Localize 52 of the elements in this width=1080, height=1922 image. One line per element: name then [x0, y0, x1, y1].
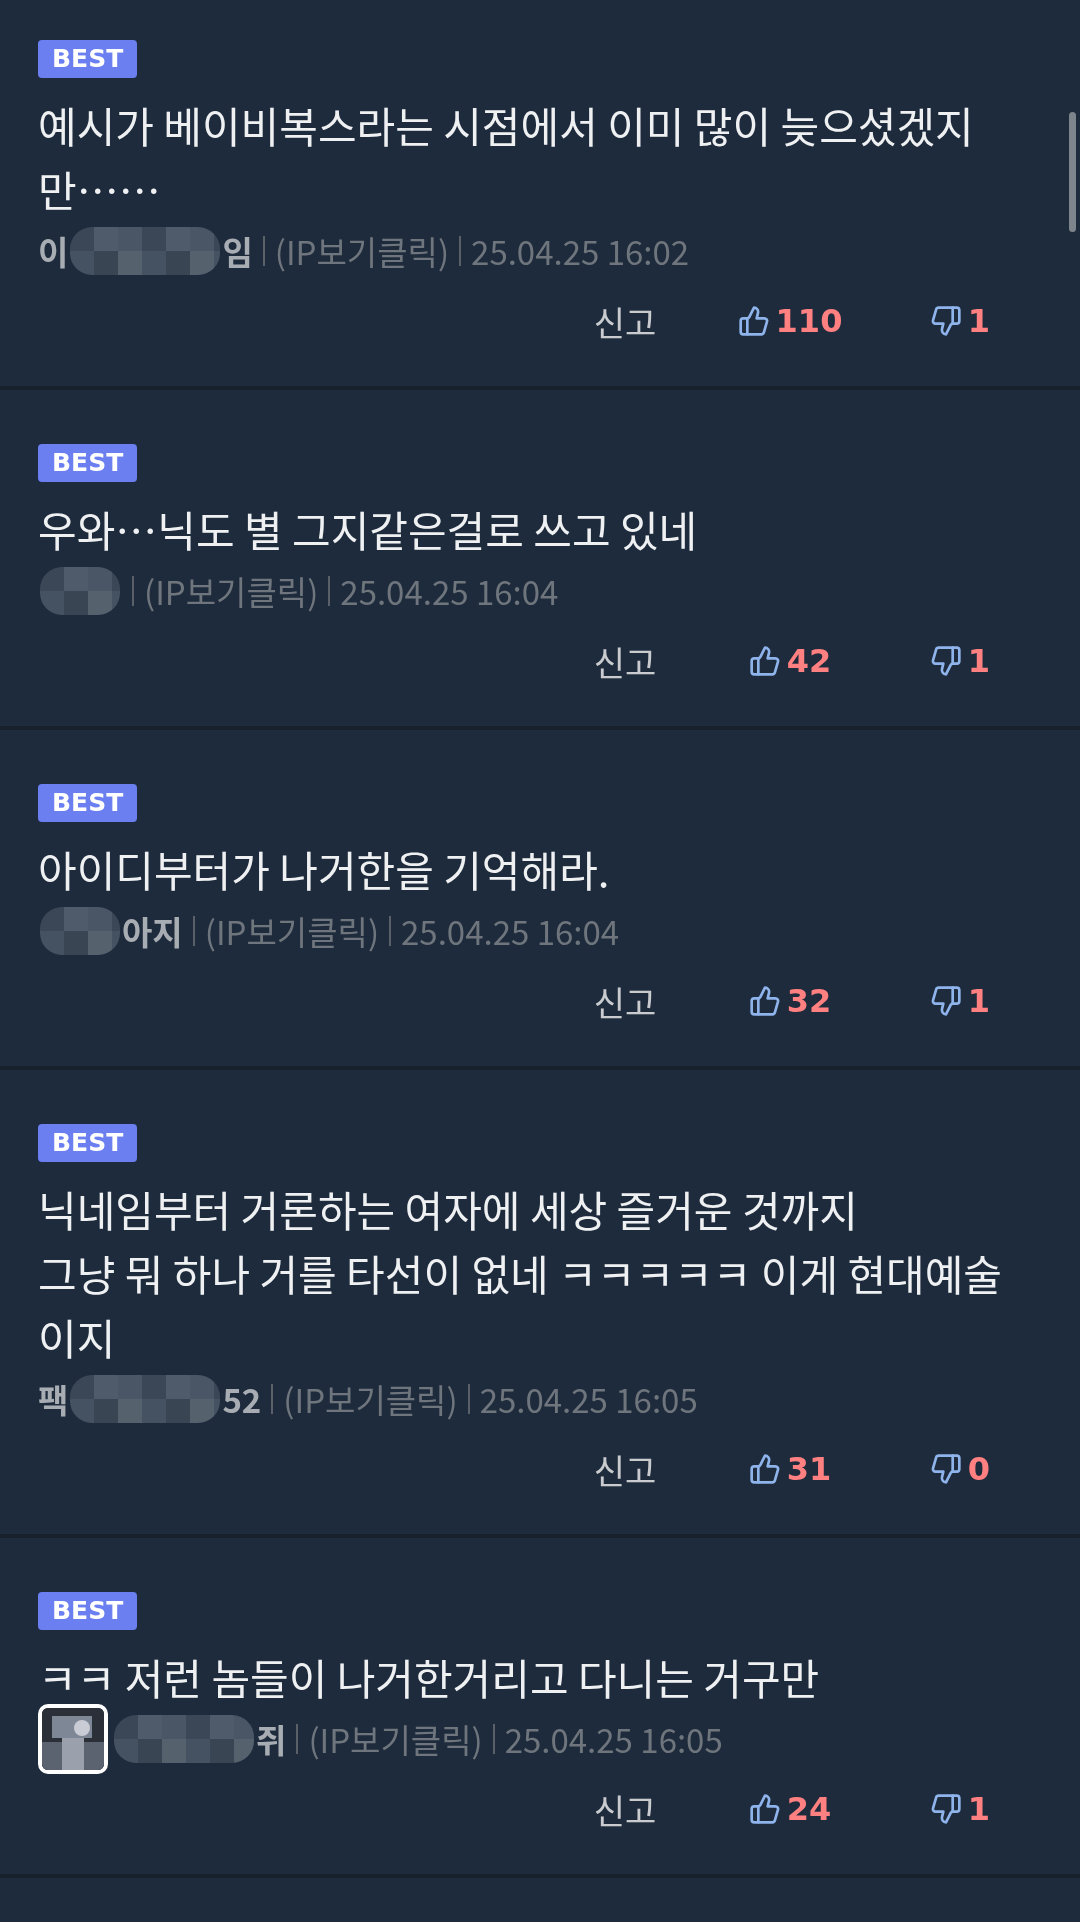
- best-badge: BEST: [38, 1592, 138, 1630]
- author-name[interactable]: 52: [222, 1375, 262, 1423]
- like-button[interactable]: 31: [715, 1450, 865, 1488]
- like-button[interactable]: 42: [715, 642, 865, 680]
- thumbs-down-icon: [929, 645, 962, 677]
- thumbs-up-icon: [748, 985, 781, 1017]
- comment-text: ㅋㅋ 저런 놈들이 나거한거리고 다니는 거구만: [38, 1645, 821, 1709]
- thumbs-down-icon: [929, 305, 962, 337]
- like-button[interactable]: 110: [715, 302, 865, 340]
- best-badge: BEST: [38, 784, 138, 822]
- dislike-button[interactable]: 1: [895, 1790, 1025, 1828]
- dislike-button[interactable]: 1: [895, 302, 1025, 340]
- ip-link[interactable]: (IP보기클릭): [308, 1715, 483, 1763]
- author-name[interactable]: 임: [222, 227, 253, 275]
- best-badge: BEST: [38, 1124, 138, 1162]
- comment-date: 25.04.25 16:04: [340, 567, 559, 615]
- thumbs-down-icon: [929, 1793, 962, 1825]
- author-name[interactable]: 팩: [38, 1375, 69, 1423]
- author-name[interactable]: 쥐: [256, 1715, 287, 1763]
- comment-date: 25.04.25 16:04: [401, 907, 620, 955]
- thumbs-up-icon: [748, 1453, 781, 1485]
- report-button[interactable]: 신고: [560, 976, 690, 1026]
- best-badge: BEST: [38, 444, 138, 482]
- report-button[interactable]: 신고: [560, 636, 690, 686]
- comment-text: 예시가 베이비복스라는 시점에서 이미 많이 늦으셨겠지만……: [38, 93, 975, 221]
- comment-date: 25.04.25 16:05: [479, 1375, 698, 1423]
- comment-date: 25.04.25 16:05: [504, 1715, 723, 1763]
- like-button[interactable]: 32: [715, 982, 865, 1020]
- ip-link[interactable]: (IP보기클릭): [274, 227, 450, 275]
- dislike-button[interactable]: 1: [895, 642, 1025, 680]
- comment-text: 아이디부터가 나거한을 기억해라.: [38, 837, 611, 901]
- best-badge: BEST: [38, 40, 138, 78]
- ip-link[interactable]: (IP보기클릭): [144, 567, 319, 615]
- report-button[interactable]: 신고: [560, 1784, 690, 1834]
- dislike-button[interactable]: 1: [895, 982, 1025, 1020]
- thumbs-up-icon: [737, 305, 770, 337]
- author-name[interactable]: 아지: [122, 907, 183, 955]
- thumbs-up-icon: [748, 645, 781, 677]
- ip-link[interactable]: (IP보기클릭): [283, 1375, 458, 1423]
- scrollbar[interactable]: [1069, 112, 1076, 232]
- thumbs-down-icon: [929, 985, 962, 1017]
- comment-text: 닉네임부터 거론하는 여자에 세상 즐거운 것까지 그냥 뭐 하나 거를 타선이 없네 ㅋㅋㅋㅋㅋ 이게 현대예술이지: [38, 1177, 1003, 1369]
- like-button[interactable]: 24: [715, 1790, 865, 1828]
- thumbs-up-icon: [748, 1793, 781, 1825]
- thumbs-down-icon: [929, 1453, 962, 1485]
- report-button[interactable]: 신고: [560, 1444, 690, 1494]
- report-button[interactable]: 신고: [560, 296, 690, 346]
- author-name[interactable]: 이: [38, 227, 69, 275]
- dislike-button[interactable]: 0: [895, 1450, 1025, 1488]
- ip-link[interactable]: (IP보기클릭): [204, 907, 380, 955]
- comment-date: 25.04.25 16:02: [471, 227, 690, 275]
- comment-text: 우와…닉도 별 그지같은걸로 쓰고 있네: [38, 497, 699, 561]
